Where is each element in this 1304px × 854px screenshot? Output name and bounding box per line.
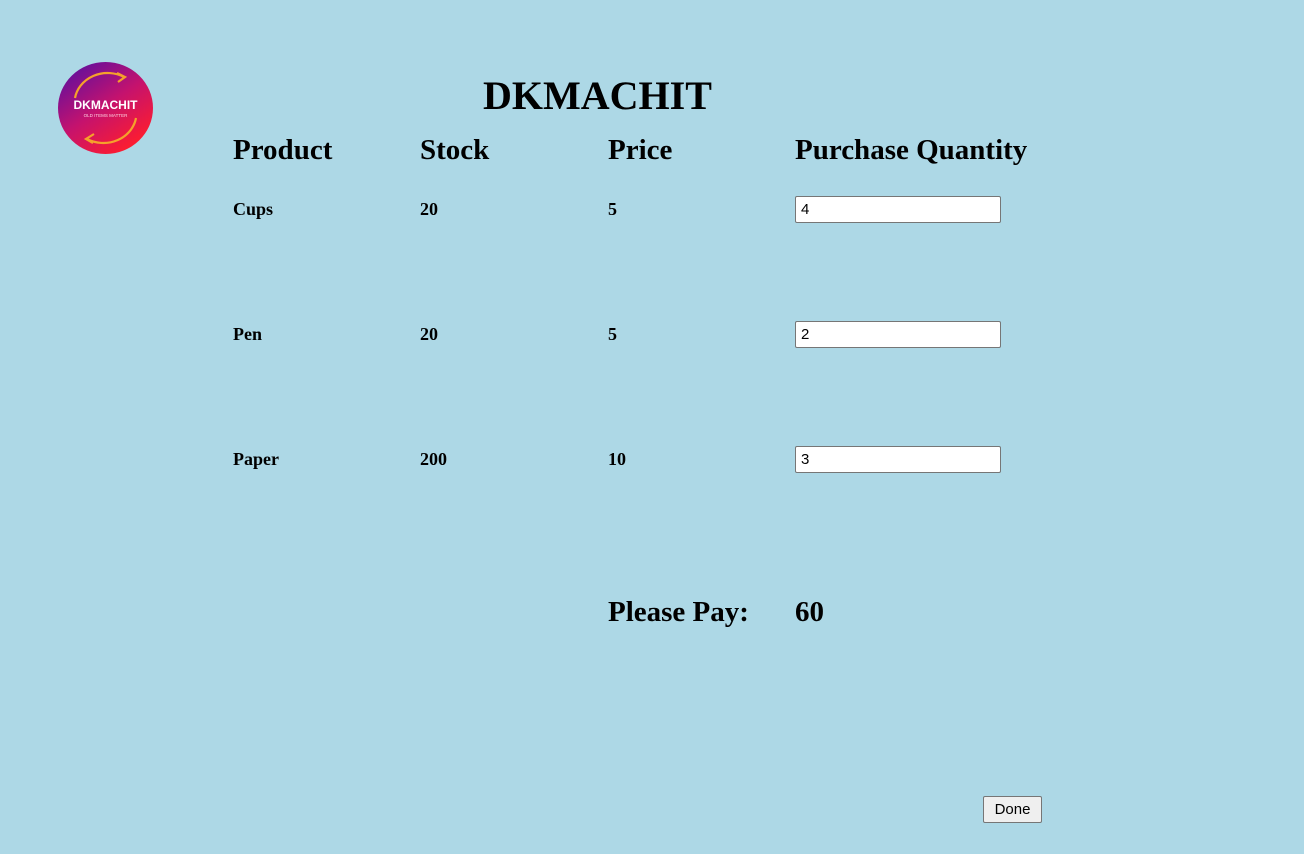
column-header-purchase-quantity: Purchase Quantity bbox=[795, 134, 1028, 166]
product-name-cell: Pen bbox=[233, 324, 262, 344]
column-header-price: Price bbox=[608, 134, 673, 166]
total-label: Please Pay: bbox=[608, 596, 749, 628]
quantity-input-cups[interactable] bbox=[795, 196, 1001, 223]
done-button[interactable]: Done bbox=[983, 796, 1042, 823]
stock-cell: 20 bbox=[420, 324, 438, 344]
logo: DKMACHIT OLD ITEMS MATTER bbox=[58, 62, 153, 154]
stock-cell: 20 bbox=[420, 199, 438, 219]
product-name-cell: Cups bbox=[233, 199, 274, 219]
page-title: DKMACHIT bbox=[483, 73, 712, 118]
price-cell: 10 bbox=[608, 449, 626, 469]
product-name-cell: Paper bbox=[233, 449, 279, 469]
quantity-input-paper[interactable] bbox=[795, 446, 1001, 473]
price-cell: 5 bbox=[608, 199, 617, 219]
price-cell: 5 bbox=[608, 324, 617, 344]
column-header-stock: Stock bbox=[420, 134, 490, 166]
logo-brand-text: DKMACHIT bbox=[74, 98, 139, 112]
quantity-input-pen[interactable] bbox=[795, 321, 1001, 348]
stock-cell: 200 bbox=[420, 449, 447, 469]
total-amount: 60 bbox=[795, 596, 824, 628]
logo-graphic: DKMACHIT OLD ITEMS MATTER bbox=[58, 62, 153, 154]
logo-tagline-text: OLD ITEMS MATTER bbox=[84, 113, 128, 118]
page: DKMACHIT OLD ITEMS MATTER DKMACHIT Produ… bbox=[0, 0, 1304, 854]
column-header-product: Product bbox=[233, 134, 333, 166]
